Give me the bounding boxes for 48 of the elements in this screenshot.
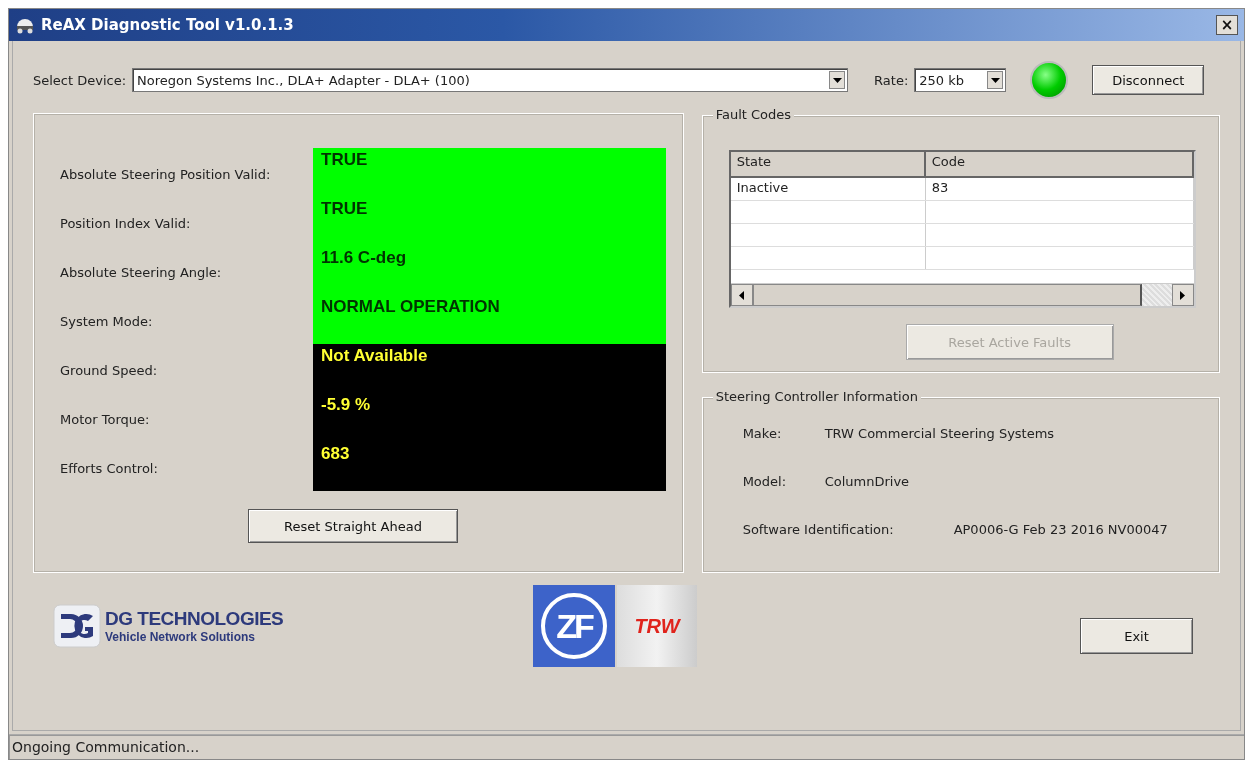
parameter-label: System Mode: bbox=[60, 313, 154, 331]
helmet-icon bbox=[15, 16, 35, 34]
table-cell: 83 bbox=[925, 178, 1194, 200]
rate-label: Rate: bbox=[874, 72, 909, 88]
info-label: Make: bbox=[742, 426, 783, 441]
scroll-right-icon[interactable] bbox=[1171, 284, 1194, 306]
fault-codes-table[interactable]: State Code Inactive 83 bbox=[728, 150, 1196, 308]
info-value: AP0006-G Feb 23 2016 NV00047 bbox=[953, 522, 1168, 537]
zf-logo-text: ZF bbox=[541, 593, 607, 659]
column-header[interactable]: State bbox=[730, 152, 926, 176]
device-name: Noregon Systems Inc., DLA+ Adapter - DLA+ (100) bbox=[137, 72, 471, 88]
table-cell: Inactive bbox=[730, 178, 926, 200]
company-tagline: Vehicle Network Solutions bbox=[105, 630, 257, 644]
parameter-label: Motor Torque: bbox=[60, 411, 151, 429]
parameter-label: Absolute Steering Angle: bbox=[60, 264, 223, 282]
status-bar: Ongoing Communication... bbox=[9, 734, 1244, 759]
group-title: Steering Controller Information bbox=[712, 389, 921, 404]
scroll-left-icon[interactable] bbox=[730, 284, 753, 306]
parameter-value: Not Available bbox=[313, 344, 666, 393]
exit-button[interactable]: Exit bbox=[1080, 618, 1193, 654]
parameter-value: 11.6 C-deg bbox=[313, 246, 666, 295]
info-label: Software Identification: bbox=[742, 522, 895, 537]
company-name: DG TECHNOLOGIES bbox=[105, 608, 284, 630]
parameter-value: 683 bbox=[313, 442, 666, 491]
parameter-label: Absolute Steering Position Valid: bbox=[60, 166, 272, 184]
parameter-label: Ground Speed: bbox=[60, 362, 159, 380]
column-header[interactable]: Code bbox=[925, 152, 1194, 176]
close-button[interactable]: × bbox=[1216, 15, 1238, 35]
group-title: Fault Codes bbox=[712, 107, 795, 122]
rate-dropdown[interactable]: 250 kb bbox=[914, 68, 1007, 92]
device-dropdown[interactable]: Noregon Systems Inc., DLA+ Adapter - DLA+ (100) bbox=[132, 68, 849, 92]
info-label: Model: bbox=[742, 474, 788, 489]
window-title: ReAX Diagnostic Tool v1.0.1.3 bbox=[41, 16, 295, 34]
rate-value: 250 kb bbox=[919, 72, 965, 88]
info-value: TRW Commercial Steering Systems bbox=[824, 426, 1055, 441]
scrollbar-thumb[interactable] bbox=[752, 284, 1142, 306]
parameter-value: TRUE bbox=[313, 148, 666, 197]
reset-straight-ahead-button[interactable]: Reset Straight Ahead bbox=[248, 509, 458, 543]
parameter-value: -5.9 % bbox=[313, 393, 666, 442]
parameter-label: Position Index Valid: bbox=[60, 215, 192, 233]
disconnect-button[interactable]: Disconnect bbox=[1092, 65, 1205, 95]
dg-logo-icon bbox=[53, 604, 101, 648]
info-value: ColumnDrive bbox=[824, 474, 910, 489]
select-device-label: Select Device: bbox=[33, 72, 127, 88]
parameter-label: Efforts Control: bbox=[60, 460, 159, 478]
parameter-value: NORMAL OPERATION bbox=[313, 295, 666, 344]
parameter-value: TRUE bbox=[313, 197, 666, 246]
trw-logo: TRW bbox=[617, 585, 697, 667]
